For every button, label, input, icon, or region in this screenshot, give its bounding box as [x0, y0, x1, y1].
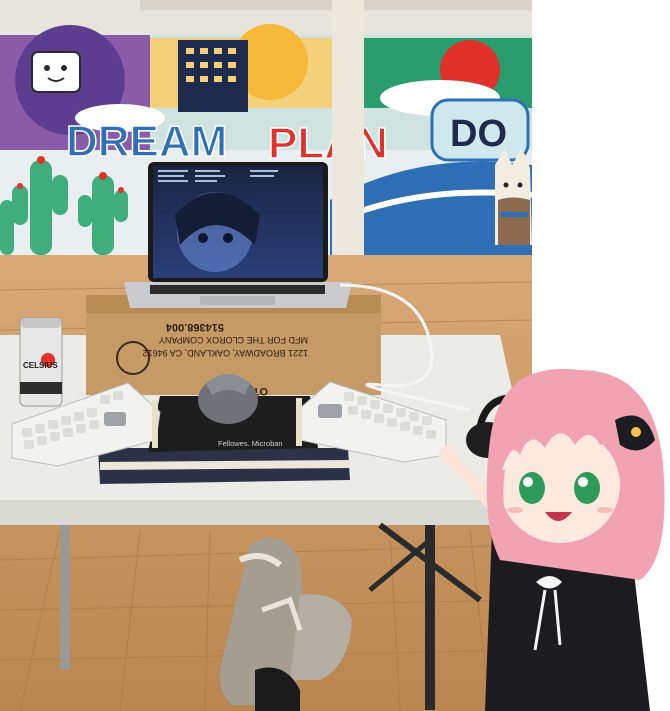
- laptop: [124, 162, 352, 308]
- support-column: [332, 0, 364, 285]
- mural-word-dream: DREAM: [66, 117, 227, 166]
- mural-word-plan: PLAN: [268, 119, 388, 168]
- mural-word-do: DO: [450, 113, 507, 155]
- dog-illustration: [495, 148, 532, 245]
- robot-icon: [31, 51, 81, 93]
- mousepad-brand: Fellowes. Microban: [218, 439, 283, 448]
- energy-drink-can: CELSIUS: [19, 317, 63, 407]
- box-address-line2: 1221 BROADWAY, OAKLAND, CA 94612: [143, 348, 308, 358]
- book: [98, 448, 350, 484]
- can-brand: CELSIUS: [23, 361, 58, 370]
- box-address-line1: MFD FOR THE CLOROX COMPANY: [159, 335, 308, 345]
- box-code: 514368.004: [165, 321, 224, 333]
- photo-scene: DREAM PLAN DO 514368.004 MFD FOR THE CLO…: [0, 0, 670, 711]
